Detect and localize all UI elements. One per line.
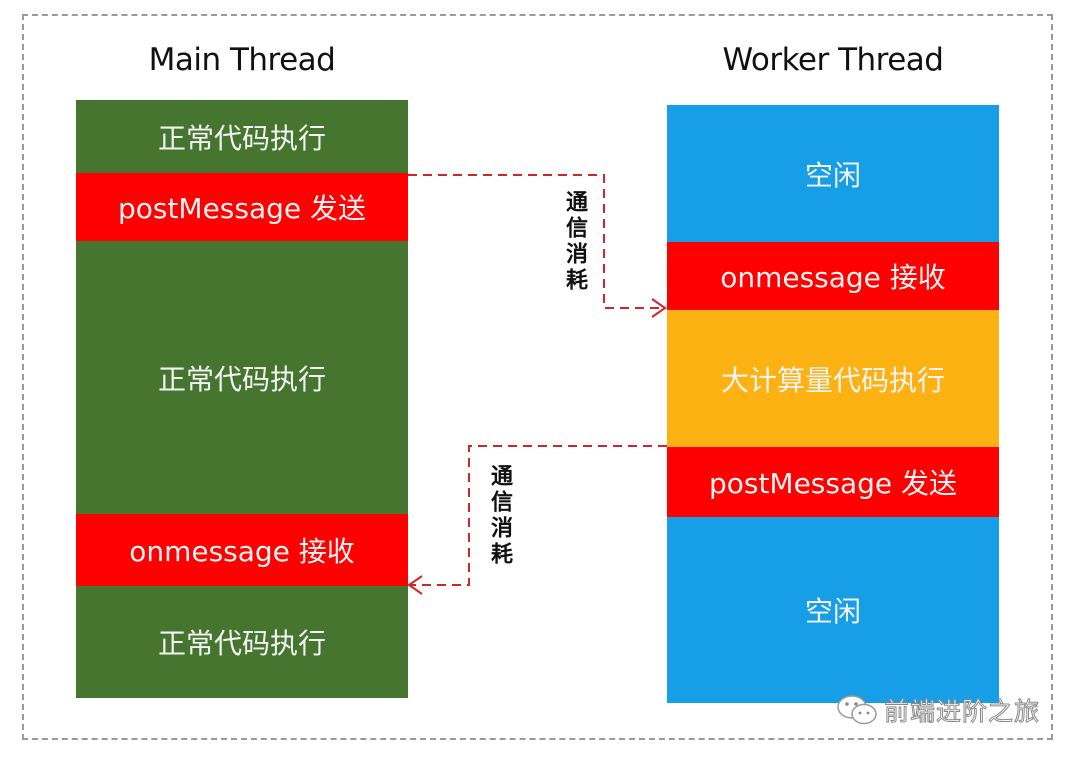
watermark-text: 前端进阶之旅 [883, 697, 1041, 727]
arrow-worker-to-main [410, 445, 667, 586]
arrows-layer [407, 174, 667, 595]
arrow-main-to-worker [408, 174, 664, 309]
wechat-icon [837, 695, 877, 725]
arrow-label-2: 通信消耗 [487, 464, 512, 568]
watermark: 前端进阶之旅 [836, 692, 1040, 728]
arrow-label-1: 通信消耗 [562, 190, 587, 294]
